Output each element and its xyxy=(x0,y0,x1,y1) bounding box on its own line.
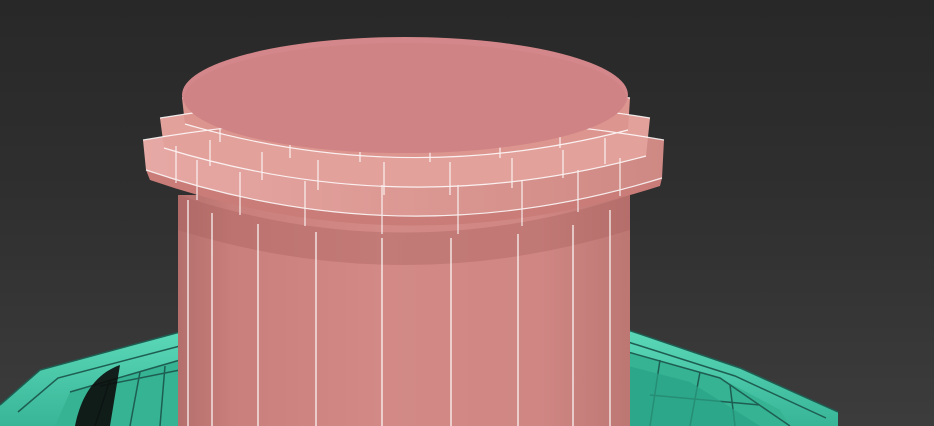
viewport-scene[interactable] xyxy=(0,0,934,426)
cylinder-column[interactable] xyxy=(178,195,630,426)
column-top-face-shade xyxy=(184,43,626,153)
3d-viewport[interactable] xyxy=(0,0,934,426)
